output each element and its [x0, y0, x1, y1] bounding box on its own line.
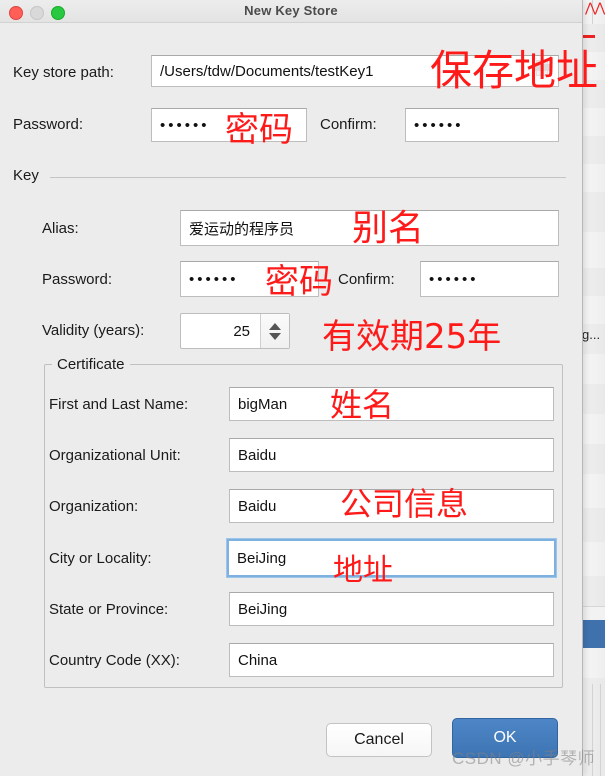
bg-annotation-top: ⋀⋀⋀: [585, 0, 605, 15]
bg-selected-row[interactable]: [583, 620, 605, 648]
keystore-confirm-value: ••••••: [414, 116, 464, 134]
stepper-up-icon[interactable]: [269, 322, 281, 330]
bg-row: [583, 108, 605, 137]
bg-truncated-label: g...: [582, 327, 601, 342]
keystore-confirm-label: Confirm:: [320, 116, 377, 133]
bg-row: [583, 232, 605, 269]
cert-row-input-1[interactable]: Baidu: [229, 438, 554, 472]
validity-value[interactable]: 25: [181, 314, 260, 348]
cert-row-label-2: Organization:: [49, 498, 139, 515]
cert-row-label-0: First and Last Name:: [49, 396, 189, 413]
window-title: New Key Store: [244, 3, 338, 18]
key-confirm-input[interactable]: ••••••: [420, 261, 559, 297]
cert-row-input-4[interactable]: BeiJing: [229, 592, 554, 626]
keystore-confirm-input[interactable]: ••••••: [405, 108, 559, 142]
keystore-path-input[interactable]: /Users/tdw/Documents/testKey1: [151, 55, 559, 87]
keystore-password-input[interactable]: ••••••: [151, 108, 307, 142]
keystore-password-label: Password:: [13, 116, 84, 133]
cert-row-label-1: Organizational Unit:: [49, 447, 181, 464]
bg-row: [583, 542, 605, 577]
cert-row-input-3[interactable]: BeiJing: [227, 539, 556, 577]
key-password-value: ••••••: [189, 270, 239, 288]
stepper-down-icon[interactable]: [269, 332, 281, 340]
bg-row: [583, 52, 605, 81]
keystore-path-label: Key store path:: [13, 64, 114, 81]
bg-row: [583, 80, 605, 109]
bg-row: [583, 474, 605, 509]
bg-row: [583, 296, 605, 325]
cancel-button[interactable]: Cancel: [326, 723, 432, 757]
bg-row: [583, 354, 605, 385]
cert-row-input-2[interactable]: Baidu: [229, 489, 554, 523]
key-confirm-value: ••••••: [429, 270, 479, 288]
bg-annotation-dash: [583, 35, 595, 38]
bg-row: [583, 24, 605, 53]
certificate-group-label: Certificate: [52, 356, 130, 373]
bg-row: [583, 414, 605, 445]
background-window[interactable]: [582, 0, 605, 776]
key-alias-input[interactable]: 爱运动的程序员: [180, 210, 559, 246]
bg-row: [583, 508, 605, 543]
key-alias-label: Alias:: [42, 220, 79, 237]
csdn-watermark: CSDN @小手琴师: [452, 749, 596, 768]
validity-stepper-buttons[interactable]: [260, 314, 289, 348]
cert-row-input-5[interactable]: China: [229, 643, 554, 677]
bg-divider: [600, 684, 601, 776]
bg-row: [583, 444, 605, 475]
cert-row-label-5: Country Code (XX):: [49, 652, 180, 669]
key-password-input[interactable]: ••••••: [180, 261, 319, 297]
validity-label: Validity (years):: [42, 322, 145, 339]
key-group-label: Key: [13, 167, 39, 184]
bg-row: [583, 648, 605, 679]
bg-row: [583, 192, 605, 233]
cert-row-label-3: City or Locality:: [49, 550, 152, 567]
validity-stepper[interactable]: 25: [180, 313, 290, 349]
file-save-icon[interactable]: [533, 60, 551, 76]
cert-row-label-4: State or Province:: [49, 601, 169, 618]
bg-row: [583, 384, 605, 415]
cert-row-input-0[interactable]: bigMan: [229, 387, 554, 421]
title-bar: New Key Store: [0, 0, 582, 23]
screenshot-root: ⋀⋀⋀ g... New Key Store Key store path: /…: [0, 0, 605, 776]
bg-row: [583, 164, 605, 193]
key-password-label: Password:: [42, 271, 113, 288]
bg-row: [583, 576, 605, 607]
key-confirm-label: Confirm:: [338, 271, 395, 288]
key-group-separator: [50, 177, 566, 178]
keystore-password-value: ••••••: [160, 116, 210, 134]
new-key-store-dialog: New Key Store Key store path: /Users/tdw…: [0, 0, 583, 776]
bg-row: [583, 268, 605, 297]
bg-row: [583, 136, 605, 165]
